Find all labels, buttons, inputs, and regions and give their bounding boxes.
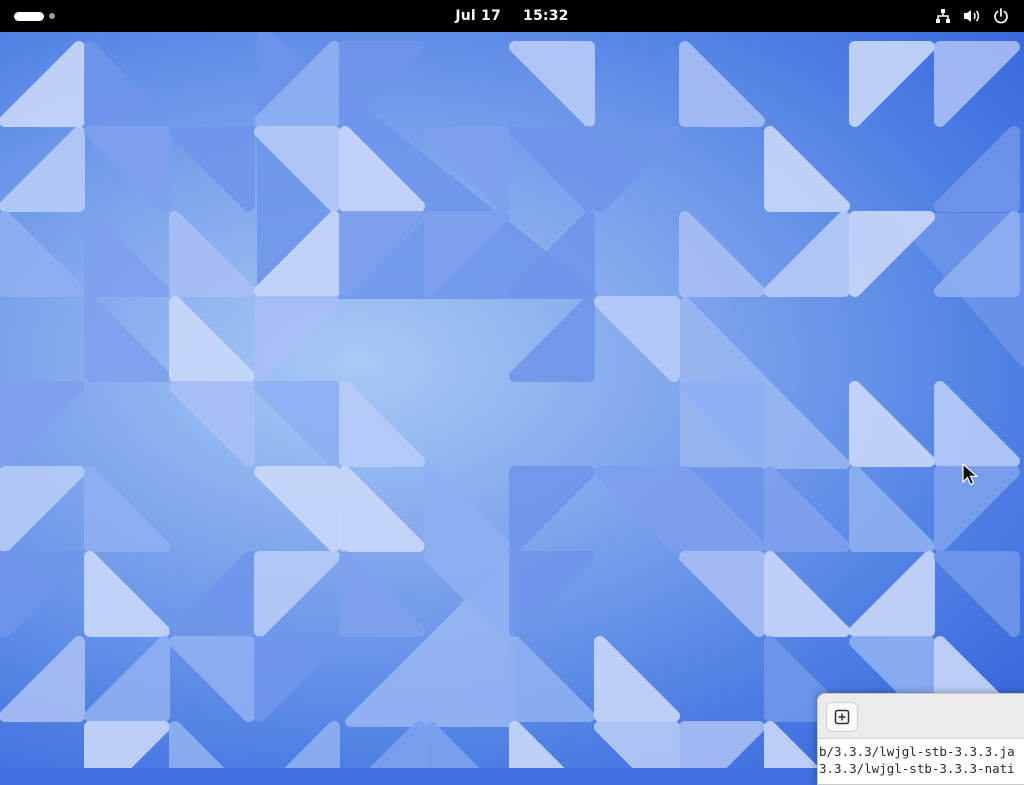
mouse-pointer-icon: [962, 462, 979, 491]
wallpaper-tile: [934, 551, 1020, 637]
volume-icon: [963, 7, 981, 25]
wallpaper-tile: [0, 381, 85, 467]
wallpaper-tile: [509, 296, 595, 382]
wallpaper-tile: [594, 721, 680, 768]
wallpaper-tile: [594, 636, 680, 722]
wallpaper-tile: [169, 551, 255, 637]
top-bar: Jul 17 15:32: [0, 0, 1024, 32]
wallpaper-tile: [679, 551, 765, 637]
wallpaper-tile: [169, 721, 225, 768]
clock: Jul 17 15:32: [0, 0, 1024, 32]
wallpaper-tile: [509, 636, 595, 722]
terminal-headerbar: [818, 694, 1024, 739]
wallpaper-tile: [169, 381, 255, 467]
wallpaper-tile: [849, 466, 935, 552]
wallpaper-tile: [0, 126, 85, 212]
wallpaper-tile: [254, 296, 340, 382]
wallpaper-pattern: [0, 32, 1024, 768]
wallpaper-tile: [339, 381, 425, 467]
wallpaper-tile: [84, 721, 170, 768]
wallpaper-tile: [764, 466, 850, 552]
wallpaper-tile: [339, 466, 425, 552]
terminal-output[interactable]: b/3.3.3/lwjgl-stb-3.3.3.ja 3.3.3/lwjgl-st…: [818, 739, 1024, 777]
wallpaper-tile: [424, 466, 510, 552]
terminal-line: 3.3.3/lwjgl-stb-3.3.3-nati: [819, 761, 1015, 776]
wallpaper-tile: [284, 721, 340, 768]
wallpaper-tile: [934, 381, 1020, 467]
wallpaper-tile: [424, 721, 480, 768]
wallpaper-tile: [849, 381, 935, 467]
wallpaper-tile: [84, 551, 170, 637]
wallpaper-tile: [0, 41, 85, 127]
wallpaper-tile: [254, 636, 340, 722]
wallpaper-tile: [934, 126, 1020, 212]
power-icon: [992, 7, 1010, 25]
wallpaper-tile: [764, 551, 850, 637]
wallpaper-tile: [0, 636, 85, 722]
wallpaper-tile: [254, 551, 340, 637]
network-wired-icon: [934, 7, 952, 25]
clock-date: Jul 17: [455, 8, 501, 24]
wallpaper-tile: [509, 721, 565, 768]
wallpaper-tile: [679, 41, 765, 127]
terminal-line: b/3.3.3/lwjgl-stb-3.3.3.ja: [819, 744, 1015, 759]
wallpaper-tile: [339, 551, 425, 637]
wallpaper-tile: [0, 211, 85, 297]
wallpaper-tile: [764, 126, 850, 212]
wallpaper-tile: [509, 551, 595, 637]
tab-new-icon[interactable]: [826, 702, 858, 732]
wallpaper-tile: [509, 466, 595, 552]
wallpaper-tile: [594, 126, 680, 212]
wallpaper-tile: [0, 551, 85, 637]
wallpaper-tile: [169, 211, 255, 297]
wallpaper-tile: [849, 551, 935, 637]
wallpaper-tile: [84, 211, 170, 297]
wallpaper-tile: [84, 636, 170, 722]
wallpaper-tile: [84, 296, 170, 382]
wallpaper-tile: [509, 41, 595, 127]
wallpaper-tile: [84, 41, 170, 127]
date-time-button[interactable]: Jul 17 15:32: [443, 8, 580, 24]
wallpaper-tile: [679, 211, 765, 297]
wallpaper-tile: [254, 381, 340, 467]
terminal-window[interactable]: b/3.3.3/lwjgl-stb-3.3.3.ja 3.3.3/lwjgl-st…: [817, 693, 1024, 785]
wallpaper-tile: [169, 296, 255, 382]
wallpaper-tile: [84, 126, 170, 212]
wallpaper-tile: [509, 126, 595, 212]
wallpaper-tile: [679, 721, 765, 768]
wallpaper-tile: [0, 466, 85, 552]
wallpaper-tile: [849, 211, 935, 297]
desktop-wallpaper: [0, 32, 1024, 768]
wallpaper-tile: [84, 466, 170, 552]
wallpaper-tile: [169, 636, 255, 722]
wallpaper-tile: [169, 126, 255, 212]
wallpaper-tile: [849, 41, 935, 127]
wallpaper-tile: [594, 466, 680, 552]
wallpaper-tile: [764, 211, 850, 297]
wallpaper-tile: [254, 466, 340, 552]
wallpaper-tile: [934, 41, 1020, 127]
wallpaper-tile: [339, 41, 425, 127]
clock-time: 15:32: [523, 8, 569, 24]
system-menu-button[interactable]: [934, 0, 1010, 32]
wallpaper-tile: [594, 296, 680, 382]
wallpaper-tile: [369, 721, 425, 768]
